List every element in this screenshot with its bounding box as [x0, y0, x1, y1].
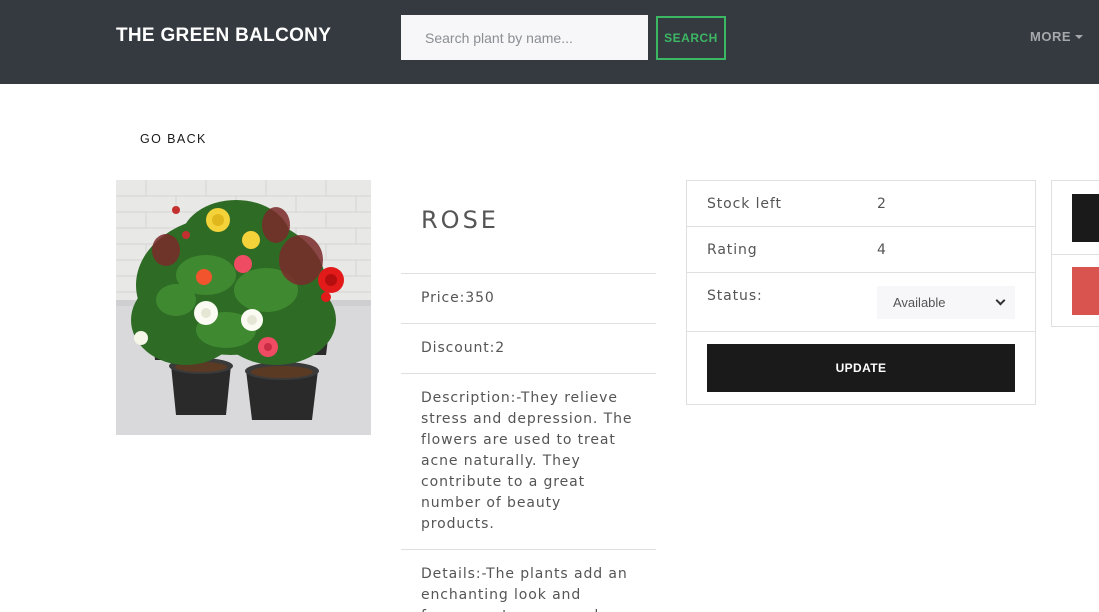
rating-row: Rating 4	[687, 227, 1035, 273]
navbar: THE GREEN BALCONY SEARCH MORE	[0, 0, 1099, 84]
product-name: ROSE	[421, 206, 499, 234]
caret-down-icon	[1075, 34, 1083, 39]
go-back-link[interactable]: GO BACK	[140, 132, 207, 146]
search-button[interactable]: SEARCH	[656, 16, 726, 60]
rose-plant-photo-icon	[116, 180, 371, 435]
price-item: Price:350	[401, 274, 656, 324]
update-button[interactable]: UPDATE	[707, 344, 1015, 392]
stock-label: Stock left	[707, 196, 782, 212]
more-menu[interactable]: MORE	[1030, 29, 1083, 44]
stock-row: Stock left 2	[687, 181, 1035, 227]
search-input[interactable]	[401, 15, 648, 60]
action-button-red[interactable]	[1072, 267, 1099, 315]
action-card	[1051, 180, 1099, 327]
rating-value: 4	[877, 242, 887, 258]
stock-value: 2	[877, 196, 887, 212]
product-image	[116, 180, 371, 435]
brand-logo[interactable]: THE GREEN BALCONY	[116, 25, 331, 47]
discount-item: Discount:2	[401, 324, 656, 374]
details-item: Details:-The plants add an enchanting lo…	[421, 566, 628, 612]
description-item: Description:-They relieve stress and dep…	[401, 374, 656, 550]
status-row: Status: Available	[687, 273, 1035, 332]
status-select[interactable]: Available	[877, 286, 1015, 319]
action-button-dark[interactable]	[1072, 194, 1099, 242]
more-label: MORE	[1030, 29, 1071, 44]
product-info-list: Price:350 Discount:2 Description:-They r…	[401, 273, 656, 612]
stock-card: Stock left 2 Rating 4 Status: Available …	[686, 180, 1036, 405]
status-label: Status:	[707, 288, 763, 304]
divider	[1052, 254, 1099, 255]
rating-label: Rating	[707, 242, 758, 258]
